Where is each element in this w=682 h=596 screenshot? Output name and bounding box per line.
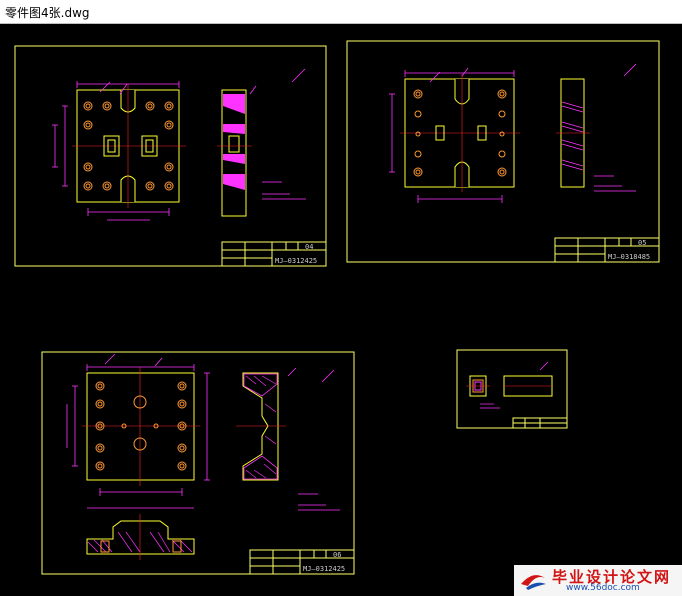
sheet-1-code: MJ—0312425: [275, 257, 317, 265]
sheet-3-frame: [41, 351, 355, 575]
drawing-sheet-3[interactable]: 06 MJ—0312425: [41, 351, 355, 575]
sheet-2-section-view: [556, 78, 590, 188]
drawing-sheet-4[interactable]: [456, 349, 568, 429]
sheet-3-top-view: [66, 353, 210, 496]
sheet-3-front-view: [86, 507, 195, 560]
drawing-sheet-2[interactable]: 05 MJ—0318485: [346, 40, 660, 263]
sheet-1-frame: [14, 45, 327, 267]
sheet-2-number: 05: [638, 239, 646, 247]
sheet-2-top-view: [389, 67, 520, 203]
watermark-url: www.56doc.com: [566, 583, 640, 593]
cad-drawing-canvas[interactable]: 04 MJ—0312425 05 MJ—0318485 06 MJ—031242…: [0, 24, 682, 596]
sheet-1-title-block: 04 MJ—0312425: [221, 241, 327, 267]
sheet-3-number: 06: [333, 551, 341, 559]
sheet-4-title-block: [512, 417, 568, 429]
sheet-1-number: 04: [305, 243, 313, 251]
sheet-2-code: MJ—0318485: [608, 253, 650, 261]
sheet-2-title-block: 05 MJ—0318485: [554, 237, 660, 263]
watermark-logo-icon: [521, 575, 546, 590]
sheet-3-section-view: [236, 367, 297, 481]
sheet-1-tech-notes: [262, 68, 306, 200]
sheet-1-top-view: [52, 81, 186, 221]
title-bar: 零件图4张.dwg: [0, 0, 682, 24]
sheet-2-tech-notes: [594, 63, 637, 192]
sheet-3-title-block: 06 MJ—0312425: [249, 549, 355, 575]
sheet-1-section-view: [217, 85, 257, 217]
sheet-4-part-view: [466, 361, 553, 409]
sheet-3-code: MJ—0312425: [303, 565, 345, 573]
sheet-3-tech-notes: [298, 369, 340, 511]
watermark-banner: 毕业设计论文网 www.56doc.com: [514, 565, 682, 596]
drawing-sheet-1[interactable]: 04 MJ—0312425: [14, 45, 327, 267]
document-title: 零件图4张.dwg: [5, 6, 90, 20]
